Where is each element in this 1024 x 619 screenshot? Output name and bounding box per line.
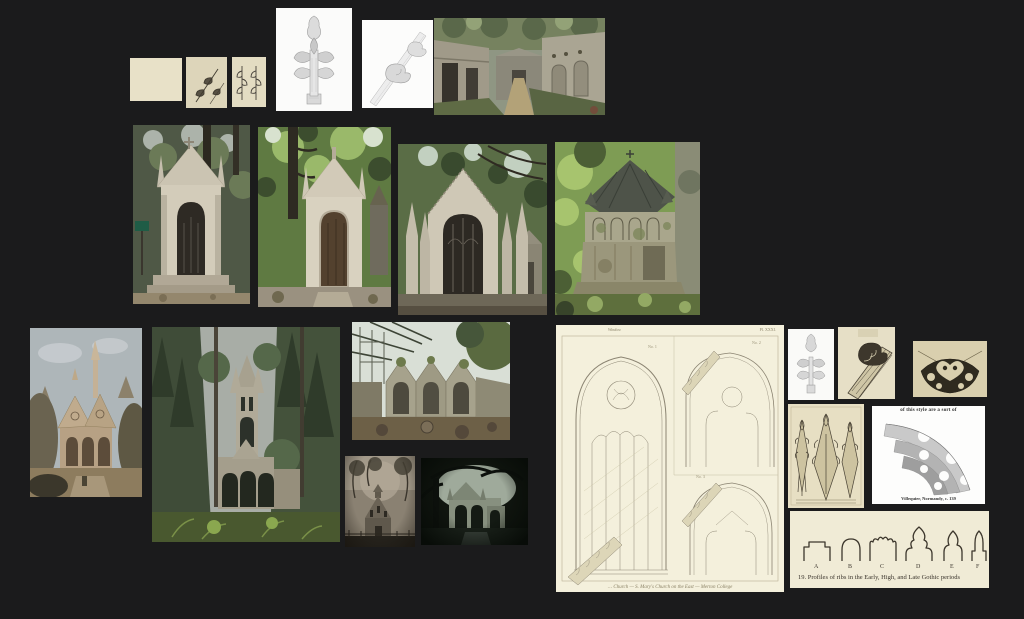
etching-art (838, 327, 895, 399)
rib-letter-d: D (916, 564, 921, 570)
plate-window-tracery[interactable]: Window Pl. XXXI. No. 1 No. 2 No. 3 … Chu… (556, 325, 784, 592)
photo-art (345, 456, 415, 547)
painting-chapel-sepia[interactable] (30, 328, 142, 497)
rib-letter-a: A (814, 564, 819, 570)
plate-header-left: Window (608, 327, 621, 332)
etching-crocket-studies-3[interactable] (232, 57, 266, 107)
drawing-finial-small[interactable] (788, 329, 834, 400)
etching-crocket-slope[interactable] (838, 327, 895, 399)
photo-art (434, 18, 605, 115)
figure-caption: Villequier, Normandy, c. 139 (901, 495, 956, 501)
drawing-art (276, 8, 352, 111)
figure-rib-profiles[interactable]: A B C D E F 19. Profiles of ribs in the … (790, 511, 989, 588)
etching-art (130, 58, 182, 101)
rib-caption: 19. Profiles of ribs in the Early, High,… (798, 574, 961, 581)
rib-letter-f: F (976, 564, 980, 570)
etching-art (913, 341, 987, 397)
photo-art (258, 127, 391, 307)
etching-art (232, 57, 266, 107)
figure-arch-moldings[interactable]: of this style are a sort of Villequier, … (872, 406, 985, 504)
etching-art (186, 57, 227, 108)
plate-art (556, 325, 784, 592)
photo-art (555, 142, 700, 315)
photo-mausoleum-3[interactable] (398, 144, 547, 315)
plate-caption: … Church — S. Mary's Church on the East … (607, 585, 733, 590)
figure-top-text: of this style are a sort of (900, 408, 957, 413)
painting-art (30, 328, 142, 497)
rib-letter-b: B (848, 564, 853, 570)
rib-letter-c: C (880, 564, 885, 570)
figure-art (872, 406, 985, 504)
plate-label-1: No. 1 (648, 344, 657, 349)
photo-forest-chapel[interactable] (152, 327, 340, 542)
etching-art (788, 404, 864, 508)
photo-art (398, 144, 547, 315)
etching-crocket-studies-2[interactable] (186, 57, 227, 108)
photo-art (133, 125, 250, 304)
plate-label-3: No. 3 (696, 474, 705, 479)
drawing-art (788, 329, 834, 400)
drawing-art (362, 20, 433, 108)
rib-letter-e: E (950, 564, 954, 570)
etching-pinnacles[interactable] (788, 404, 864, 508)
plate-label-2: No. 2 (752, 340, 761, 345)
photo-foggy-church[interactable] (345, 456, 415, 547)
photo-mausoleum-1[interactable] (133, 125, 250, 304)
photo-cemetery-avenue[interactable] (434, 18, 605, 115)
etching-ornament[interactable] (913, 341, 987, 397)
plate-header-right: Pl. XXXI. (759, 327, 776, 332)
photo-mausoleum-4[interactable] (555, 142, 700, 315)
drawing-finial-large[interactable] (276, 8, 352, 111)
photo-gothic-ruins[interactable] (352, 322, 510, 440)
photo-art (152, 327, 340, 542)
photo-art (352, 322, 510, 440)
photo-art (421, 458, 528, 545)
reference-board-canvas: Window Pl. XXXI. No. 1 No. 2 No. 3 … Chu… (0, 0, 1024, 619)
drawing-crockets-gable[interactable] (362, 20, 433, 108)
photo-mausoleum-2[interactable] (258, 127, 391, 307)
etching-crocket-studies-1[interactable] (130, 58, 182, 101)
photo-dark-mausoleum[interactable] (421, 458, 528, 545)
